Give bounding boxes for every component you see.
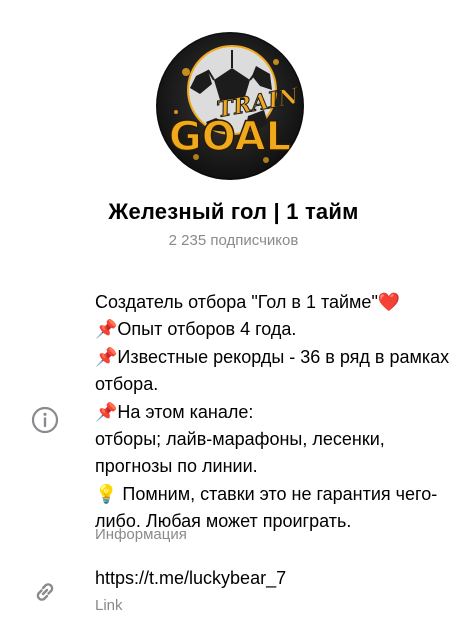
channel-avatar[interactable]: TRAIN GOAL	[156, 32, 304, 180]
link-icon	[30, 577, 60, 607]
description-caption: Информация	[95, 526, 187, 543]
channel-description[interactable]: Создатель отбора "Гол в 1 тайме"❤️ 📌Опыт…	[95, 289, 455, 536]
info-icon	[30, 405, 60, 435]
soccer-ball-logo-image: TRAIN GOAL	[156, 32, 304, 180]
svg-text:GOAL: GOAL	[169, 114, 291, 160]
channel-title: Железный гол | 1 тайм	[108, 199, 359, 224]
link-caption: Link	[95, 597, 123, 614]
subscriber-count: 2 235 подписчиков	[168, 232, 299, 249]
channel-link[interactable]: https://t.me/luckybear_7	[95, 566, 286, 590]
